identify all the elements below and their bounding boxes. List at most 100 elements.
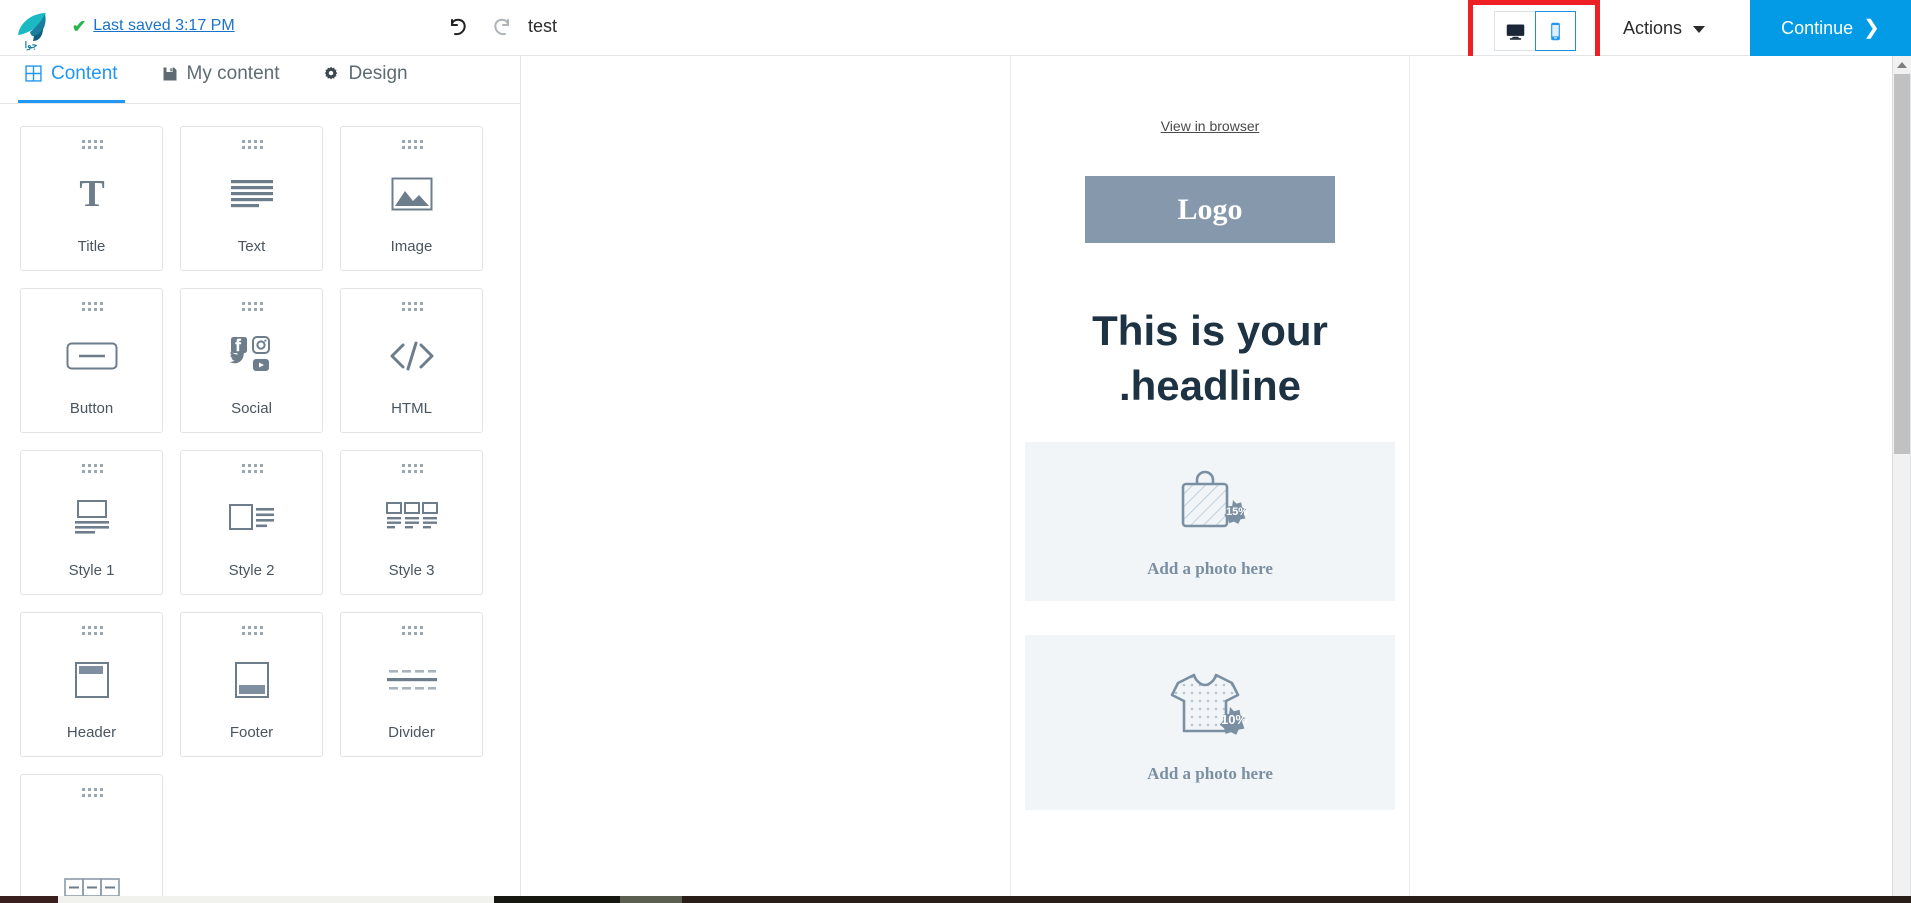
document-title[interactable]: test: [528, 16, 557, 37]
drag-handle-icon[interactable]: [81, 302, 103, 311]
chevron-down-icon: [1693, 26, 1706, 33]
last-saved-link[interactable]: Last saved 3:17 PM: [93, 17, 234, 35]
scroll-up-arrow-icon[interactable]: [1893, 56, 1911, 73]
save-disk-icon: [162, 66, 178, 82]
photo-placeholder-2-label: Add a photo here: [1147, 763, 1273, 783]
chevron-right-icon: ❯: [1863, 17, 1880, 39]
redo-icon[interactable]: [487, 13, 517, 43]
block-html-label: HTML: [391, 400, 432, 417]
grid-icon: [25, 65, 42, 82]
sidebar-tabs: Content My content Design: [0, 56, 520, 104]
block-title[interactable]: T Title: [20, 126, 163, 271]
email-canvas: View in browser Logo This is your headli…: [521, 56, 1911, 897]
divider-icon: [341, 635, 482, 724]
block-footer[interactable]: Footer: [180, 612, 323, 757]
tab-my-content[interactable]: My content: [155, 56, 287, 103]
drag-handle-icon[interactable]: [401, 302, 423, 311]
window-bottom-edge: [0, 896, 1911, 903]
content-blocks-grid: T Title Text Image Button Social HTML St…: [0, 104, 520, 897]
tab-content[interactable]: Content: [18, 56, 125, 103]
drag-handle-icon[interactable]: [401, 626, 423, 635]
block-divider[interactable]: Divider: [340, 612, 483, 757]
drag-handle-icon[interactable]: [241, 302, 263, 311]
tab-design-label: Design: [348, 62, 408, 84]
email-headline[interactable]: This is your headline.: [1060, 303, 1360, 414]
drag-handle-icon[interactable]: [401, 464, 423, 473]
tab-content-label: Content: [51, 62, 118, 84]
tshirt-icon: 10%: [1164, 665, 1256, 750]
view-in-browser-link[interactable]: View in browser: [1011, 118, 1409, 134]
title-t-icon: T: [21, 149, 162, 238]
block-header-label: Header: [66, 724, 117, 741]
block-image-label: Image: [390, 238, 433, 255]
email-preview-frame[interactable]: View in browser Logo This is your headli…: [1010, 56, 1410, 897]
block-button[interactable]: Button: [20, 288, 163, 433]
svg-text:T: T: [79, 174, 104, 214]
content-sidebar: Content My content Design T Title Text I…: [0, 56, 521, 897]
gear-icon: [323, 66, 339, 82]
logo-placeholder[interactable]: Logo: [1085, 176, 1335, 243]
svg-text:15%: 15%: [1226, 506, 1248, 518]
block-style-1[interactable]: Style 1: [20, 450, 163, 595]
photo-placeholder-1[interactable]: 15% Add a photo here: [1025, 441, 1395, 601]
block-image[interactable]: Image: [340, 126, 483, 271]
desktop-monitor-icon[interactable]: [1494, 11, 1535, 51]
canvas-vertical-scrollbar[interactable]: [1892, 56, 1911, 897]
header-layout-icon: [21, 635, 162, 724]
layout-style-3-icon: [341, 473, 482, 562]
block-html[interactable]: HTML: [340, 288, 483, 433]
drag-handle-icon[interactable]: [401, 140, 423, 149]
menu-buttons-icon: [21, 797, 162, 897]
top-toolbar: جوا ✔ Last saved 3:17 PM test Actions Co…: [0, 0, 1911, 78]
photo-placeholder-2[interactable]: 10% Add a photo here: [1025, 634, 1395, 810]
check-icon: ✔: [72, 16, 87, 36]
block-footer-label: Footer: [229, 724, 274, 741]
block-social[interactable]: Social: [180, 288, 323, 433]
block-style-1-label: Style 1: [68, 562, 115, 579]
undo-icon[interactable]: [443, 13, 473, 43]
block-style-2[interactable]: Style 2: [180, 450, 323, 595]
text-lines-icon: [181, 149, 322, 238]
block-style-2-label: Style 2: [228, 562, 275, 579]
block-title-label: Title: [77, 238, 106, 255]
drag-handle-icon[interactable]: [81, 626, 103, 635]
drag-handle-icon[interactable]: [241, 140, 263, 149]
block-header[interactable]: Header: [20, 612, 163, 757]
button-icon: [21, 311, 162, 400]
scrollbar-thumb[interactable]: [1894, 74, 1910, 454]
jawwa-brand-logo[interactable]: جوا: [8, 5, 54, 51]
footer-layout-icon: [181, 635, 322, 724]
drag-handle-icon[interactable]: [241, 626, 263, 635]
shopping-bag-icon: 15%: [1171, 468, 1249, 545]
block-text-label: Text: [237, 238, 266, 255]
social-networks-icon: [181, 311, 322, 400]
mobile-phone-icon[interactable]: [1535, 11, 1576, 51]
block-button-label: Button: [69, 400, 114, 417]
actions-dropdown[interactable]: Actions: [1623, 10, 1706, 46]
layout-style-1-icon: [21, 473, 162, 562]
save-status: ✔ Last saved 3:17 PM: [72, 17, 235, 35]
layout-style-2-icon: [181, 473, 322, 562]
code-brackets-icon: [341, 311, 482, 400]
tab-my-content-label: My content: [186, 62, 280, 84]
block-text[interactable]: Text: [180, 126, 323, 271]
tab-design[interactable]: Design: [316, 56, 414, 103]
device-preview-toggle: [1494, 11, 1576, 51]
photo-placeholder-1-label: Add a photo here: [1147, 558, 1273, 578]
svg-text:جوا: جوا: [25, 40, 38, 51]
drag-handle-icon[interactable]: [241, 464, 263, 473]
drag-handle-icon[interactable]: [81, 464, 103, 473]
image-picture-icon: [341, 149, 482, 238]
block-divider-label: Divider: [388, 724, 435, 741]
block-style-3[interactable]: Style 3: [340, 450, 483, 595]
block-menu-buttons[interactable]: [20, 774, 163, 897]
svg-text:10%: 10%: [1221, 712, 1247, 727]
actions-label: Actions: [1623, 17, 1683, 38]
block-style-3-label: Style 3: [388, 562, 435, 579]
block-social-label: Social: [231, 400, 272, 417]
drag-handle-icon[interactable]: [81, 788, 103, 797]
logo-placeholder-label: Logo: [1177, 192, 1243, 226]
drag-handle-icon[interactable]: [81, 140, 103, 149]
continue-label: Continue: [1781, 17, 1854, 38]
continue-button[interactable]: Continue ❯: [1750, 0, 1911, 56]
